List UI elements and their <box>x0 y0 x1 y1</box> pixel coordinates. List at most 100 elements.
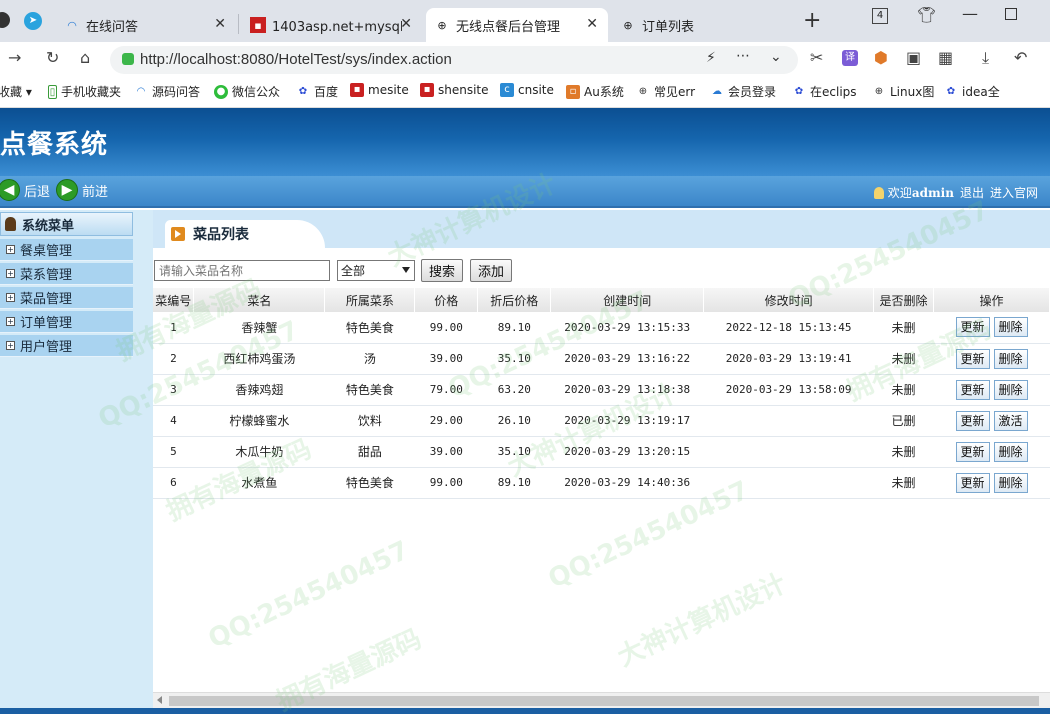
update-button[interactable]: 更新 <box>955 410 990 431</box>
tab-order-list[interactable]: ⊕ 订单列表 <box>612 8 792 42</box>
bookmark-item[interactable]: 收藏 ▾ <box>0 83 32 100</box>
tab-ordering-admin[interactable]: ⊕ 无线点餐后台管理 ✕ <box>426 8 608 42</box>
bookmark-item[interactable]: ▯ 手机收藏夹 <box>48 83 121 100</box>
scissors-icon[interactable]: ✂ <box>810 48 823 67</box>
reload-icon[interactable]: ↻ <box>46 48 59 67</box>
bookmark-item[interactable]: ⊕ Linux图 <box>872 83 935 100</box>
sidebar-item-tables[interactable]: + 餐桌管理 <box>0 239 133 261</box>
chevron-down-icon[interactable]: ⌄ <box>770 49 782 65</box>
column-header[interactable]: 修改时间 <box>703 288 875 312</box>
tab-online-qa[interactable]: ◠ 在线问答 ✕ <box>56 8 236 42</box>
bookmark-item[interactable]: ☁ 会员登录 <box>710 83 776 100</box>
sidebar-item-users[interactable]: + 用户管理 <box>0 335 133 357</box>
back-arrow-icon[interactable]: → <box>8 48 21 67</box>
delete-button[interactable]: 删除 <box>993 317 1028 338</box>
more-icon[interactable]: ⋯ <box>736 48 750 64</box>
close-icon[interactable]: ✕ <box>586 16 598 32</box>
globe-icon: ⊕ <box>623 18 633 32</box>
shirt-icon[interactable]: 👕︎ <box>917 6 936 24</box>
bookmark-item[interactable]: ✿ idea全 <box>944 83 1000 100</box>
column-header[interactable]: 是否删除 <box>873 288 935 312</box>
scroll-left-icon[interactable] <box>157 696 162 704</box>
cell-category: 特色美食 <box>324 467 415 499</box>
telegram-icon[interactable]: ➤ <box>24 12 42 30</box>
apps-grid-icon[interactable]: ▦ <box>938 48 953 67</box>
horizontal-scrollbar[interactable] <box>153 692 1050 708</box>
download-icon[interactable]: ⤓ <box>982 48 989 68</box>
bookmark-item[interactable]: ▫ Au系统 <box>566 83 624 100</box>
lightning-icon[interactable]: ⚡ <box>706 50 716 66</box>
category-select[interactable]: 全部 <box>337 260 415 281</box>
bookmark-item[interactable]: ▪ shensite <box>420 83 489 97</box>
tab-count-badge[interactable]: 4 <box>872 8 888 24</box>
cell-name: 木瓜牛奶 <box>193 436 325 468</box>
delete-button[interactable]: 删除 <box>993 348 1028 369</box>
delete-button[interactable]: 删除 <box>993 441 1028 462</box>
column-header[interactable]: 创建时间 <box>550 288 705 312</box>
update-button[interactable]: 更新 <box>955 472 990 493</box>
browser-avatar-icon[interactable] <box>0 12 10 28</box>
cell-id: 1 <box>153 312 194 344</box>
bookmark-item[interactable]: ● 微信公众 <box>214 83 280 100</box>
bookmark-item[interactable]: ▪ mesite <box>350 83 409 97</box>
tab-asp-net[interactable]: ▪ 1403asp.net+mysql毕 ✕ <box>242 8 422 42</box>
search-row: 全部 搜索 添加 <box>153 258 1050 284</box>
cell-discount-price: 35.10 <box>477 343 551 375</box>
cell-id: 5 <box>153 436 194 468</box>
close-icon[interactable]: ✕ <box>214 16 226 32</box>
column-header[interactable]: 操作 <box>933 288 1050 312</box>
back-button[interactable]: ◀ 后退 <box>0 179 50 201</box>
cell-name: 水煮鱼 <box>193 467 325 499</box>
home-icon[interactable]: ⌂ <box>80 48 90 67</box>
cell-discount-price: 26.10 <box>477 405 551 437</box>
translate-icon[interactable]: 译 <box>842 50 858 66</box>
address-bar[interactable]: http://localhost:8080/HotelTest/sys/inde… <box>110 46 798 74</box>
bookmark-item[interactable]: ✿ 百度 <box>296 83 338 100</box>
delete-button[interactable]: 删除 <box>993 379 1028 400</box>
search-input[interactable] <box>154 260 330 281</box>
maximize-icon[interactable] <box>1005 8 1017 20</box>
column-header[interactable]: 折后价格 <box>477 288 552 312</box>
tab-dish-list[interactable]: 菜品列表 <box>165 220 325 248</box>
delete-button[interactable]: 删除 <box>993 472 1028 493</box>
cell-price: 99.00 <box>414 312 478 344</box>
reader-icon[interactable]: ▣ <box>906 48 921 67</box>
update-button[interactable]: 更新 <box>955 348 990 369</box>
search-button[interactable]: 搜索 <box>421 259 463 282</box>
logout-link[interactable]: 退出 <box>960 184 984 201</box>
update-button[interactable]: 更新 <box>955 441 990 462</box>
gamepad-icon[interactable]: ⬢ <box>874 48 888 67</box>
scrollbar-thumb[interactable] <box>169 696 1039 706</box>
add-button[interactable]: 添加 <box>470 259 512 282</box>
cell-modified <box>703 405 874 437</box>
minimize-icon[interactable]: — <box>962 4 978 23</box>
official-site-link[interactable]: 进入官网 <box>990 184 1038 201</box>
forward-button[interactable]: ▶ 前进 <box>56 179 108 201</box>
column-header[interactable]: 所属菜系 <box>324 288 416 312</box>
activate-button[interactable]: 激活 <box>993 410 1028 431</box>
app-toolbar: ◀ 后退 ▶ 前进 欢迎 admin 退出 进入官网 <box>0 176 1050 208</box>
bookmark-item[interactable]: ◠ 源码问答 <box>134 83 200 100</box>
bookmark-item[interactable]: ⊕ 常见err <box>636 83 695 100</box>
main-panel: 菜品列表 全部 搜索 添加 菜编号 菜名 所属菜系 价格 折后价格 创建时间 修… <box>153 210 1050 714</box>
sidebar-item-orders[interactable]: + 订单管理 <box>0 311 133 333</box>
plus-icon: + <box>6 293 15 302</box>
sidebar-item-cuisines[interactable]: + 菜系管理 <box>0 263 133 285</box>
bookmark-item[interactable]: ✿ 在eclips <box>792 83 857 100</box>
update-button[interactable]: 更新 <box>955 317 990 338</box>
bookmark-item[interactable]: c cnsite <box>500 83 554 97</box>
plus-icon: + <box>6 341 15 350</box>
cell-modified: 2022-12-18 15:13:45 <box>703 312 874 344</box>
column-header[interactable]: 菜名 <box>193 288 326 312</box>
globe-icon: ⊕ <box>874 85 884 97</box>
secure-shield-icon <box>122 53 134 65</box>
dish-table: 菜编号 菜名 所属菜系 价格 折后价格 创建时间 修改时间 是否删除 操作 1 … <box>153 288 1050 499</box>
column-header[interactable]: 价格 <box>414 288 479 312</box>
new-tab-button[interactable]: + <box>803 8 821 33</box>
site-favicon-icon: ▪ <box>350 83 364 97</box>
column-header[interactable]: 菜编号 <box>153 288 195 312</box>
sidebar-item-dishes[interactable]: + 菜品管理 <box>0 287 133 309</box>
close-icon[interactable]: ✕ <box>400 16 412 32</box>
undo-icon[interactable]: ↶ <box>1014 48 1027 67</box>
update-button[interactable]: 更新 <box>955 379 990 400</box>
